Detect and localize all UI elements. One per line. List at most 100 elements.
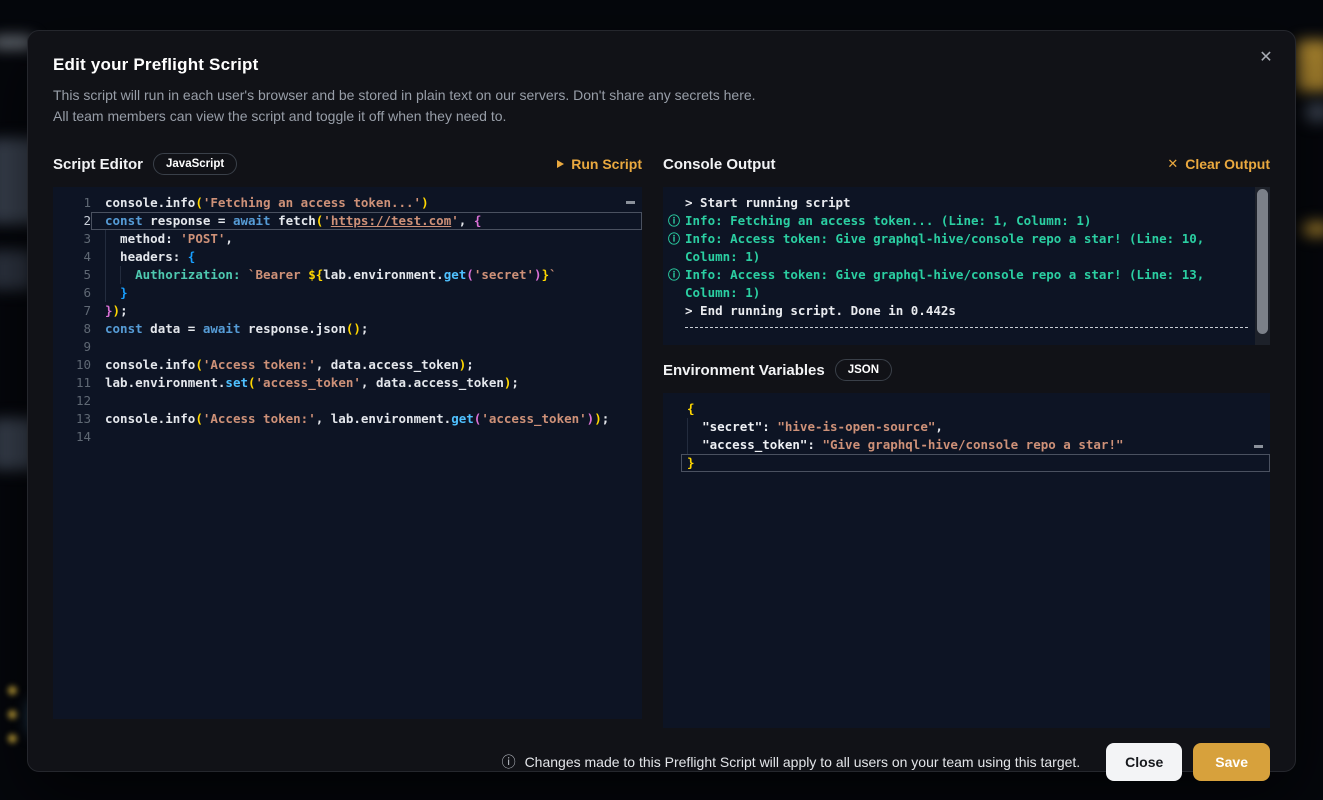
console-output-heading: Console Output [663, 156, 776, 173]
code-text: Authorization: `Bearer ${lab.environment… [91, 266, 642, 284]
line-number [663, 418, 681, 436]
code-line[interactable]: 12 [53, 392, 642, 410]
info-circle-icon: ⓘ [663, 230, 685, 266]
console-text: > Start running script [685, 194, 851, 212]
modal-description-line1: This script will run in each user's brow… [53, 85, 1270, 106]
line-number: 5 [53, 266, 91, 284]
indent-guide [105, 230, 106, 248]
console-line: > Start running script [663, 194, 1248, 212]
backdrop-shape [1297, 40, 1323, 92]
console-text: Info: Access token: Give graphql-hive/co… [685, 266, 1248, 302]
line-number: 6 [53, 284, 91, 302]
save-button[interactable]: Save [1193, 743, 1270, 781]
console-line: ⓘInfo: Fetching an access token... (Line… [663, 212, 1248, 230]
clear-output-button[interactable]: ✕ Clear Output [1167, 156, 1270, 172]
code-line[interactable]: 3 method: 'POST', [53, 230, 642, 248]
line-number: 14 [53, 428, 91, 446]
backdrop-shape [8, 734, 17, 743]
close-icon[interactable]: ✕ [1255, 47, 1277, 69]
script-editor-heading: Script Editor [53, 156, 143, 173]
preflight-script-modal: ✕ Edit your Preflight Script This script… [27, 30, 1296, 772]
code-text: headers: { [91, 248, 642, 266]
clear-icon: ✕ [1167, 156, 1178, 172]
indent-guide [105, 248, 106, 266]
json-badge: JSON [835, 359, 892, 381]
modal-footer: ⓘ Changes made to this Preflight Script … [53, 743, 1270, 781]
language-badge: JavaScript [153, 153, 237, 175]
backdrop-shape [8, 710, 17, 719]
line-number: 13 [53, 410, 91, 428]
code-line[interactable]: { [663, 400, 1270, 418]
line-number [663, 454, 681, 472]
run-script-button[interactable]: Run Script [557, 156, 642, 172]
console-scrollbar-thumb[interactable] [1257, 189, 1268, 334]
line-number: 12 [53, 392, 91, 410]
line-number [663, 436, 681, 454]
code-text: method: 'POST', [91, 230, 642, 248]
code-line[interactable]: } [663, 454, 1270, 472]
console-line: > End running script. Done in 0.442s [663, 302, 1248, 320]
code-line[interactable]: "access_token": "Give graphql-hive/conso… [663, 436, 1270, 454]
line-number: 4 [53, 248, 91, 266]
code-line[interactable]: 6 } [53, 284, 642, 302]
code-line[interactable]: 14 [53, 428, 642, 446]
code-text [91, 392, 642, 410]
code-text: console.info('Access token:', lab.enviro… [91, 410, 642, 428]
indent-guide [105, 266, 106, 284]
backdrop-shape [1303, 222, 1323, 236]
output-section: Console Output ✕ Clear Output > Start ru… [663, 151, 1270, 728]
footer-note: Changes made to this Preflight Script wi… [525, 754, 1081, 770]
indent-guide [105, 284, 106, 302]
code-text: lab.environment.set('access_token', data… [91, 374, 642, 392]
code-text: { [681, 400, 1270, 418]
code-text [91, 428, 642, 446]
code-line[interactable]: 7}); [53, 302, 642, 320]
code-text: } [681, 454, 1270, 472]
indent-guide [687, 418, 688, 436]
code-text: "secret": "hive-is-open-source", [681, 418, 1270, 436]
info-circle-icon [663, 302, 685, 320]
modal-content: Script Editor JavaScript Run Script 1con… [53, 151, 1270, 728]
code-text: const data = await response.json(); [91, 320, 642, 338]
code-line[interactable]: 13console.info('Access token:', lab.envi… [53, 410, 642, 428]
backdrop-shape [8, 686, 17, 695]
console-scrollbar[interactable] [1255, 187, 1270, 345]
console-line: ⓘInfo: Access token: Give graphql-hive/c… [663, 266, 1248, 302]
code-line[interactable]: 11lab.environment.set('access_token', da… [53, 374, 642, 392]
page-title: Edit your Preflight Script [53, 55, 1270, 75]
code-text: console.info('Fetching an access token..… [91, 194, 642, 212]
line-number: 8 [53, 320, 91, 338]
code-text [91, 338, 642, 356]
code-line[interactable]: 4 headers: { [53, 248, 642, 266]
script-editor-section: Script Editor JavaScript Run Script 1con… [53, 151, 642, 728]
info-circle-icon: ⓘ [663, 266, 685, 302]
line-number: 10 [53, 356, 91, 374]
code-text: console.info('Access token:', data.acces… [91, 356, 642, 374]
indent-guide [687, 436, 688, 454]
code-line[interactable]: "secret": "hive-is-open-source", [663, 418, 1270, 436]
info-circle-icon: ⓘ [663, 212, 685, 230]
code-line[interactable]: 9 [53, 338, 642, 356]
code-text: "access_token": "Give graphql-hive/conso… [681, 436, 1270, 454]
line-number: 9 [53, 338, 91, 356]
environment-variables-heading: Environment Variables [663, 362, 825, 379]
code-line[interactable]: 2const response = await fetch('https://t… [53, 212, 642, 230]
code-text: } [91, 284, 642, 302]
line-number: 7 [53, 302, 91, 320]
line-number: 3 [53, 230, 91, 248]
code-line[interactable]: 1console.info('Fetching an access token.… [53, 194, 642, 212]
backdrop-shape [1305, 102, 1323, 122]
console-text: Info: Fetching an access token... (Line:… [685, 212, 1091, 230]
code-line[interactable]: 8const data = await response.json(); [53, 320, 642, 338]
info-circle-icon [663, 194, 685, 212]
environment-variables-editor[interactable]: { "secret": "hive-is-open-source", "acce… [663, 393, 1270, 728]
console-separator [685, 327, 1248, 328]
code-line[interactable]: 5 Authorization: `Bearer ${lab.environme… [53, 266, 642, 284]
close-button[interactable]: Close [1106, 743, 1182, 781]
console-text: > End running script. Done in 0.442s [685, 302, 956, 320]
code-text: const response = await fetch('https://te… [91, 212, 642, 230]
script-editor[interactable]: 1console.info('Fetching an access token.… [53, 187, 642, 719]
code-text: }); [91, 302, 642, 320]
code-line[interactable]: 10console.info('Access token:', data.acc… [53, 356, 642, 374]
console-text: Info: Access token: Give graphql-hive/co… [685, 230, 1248, 266]
